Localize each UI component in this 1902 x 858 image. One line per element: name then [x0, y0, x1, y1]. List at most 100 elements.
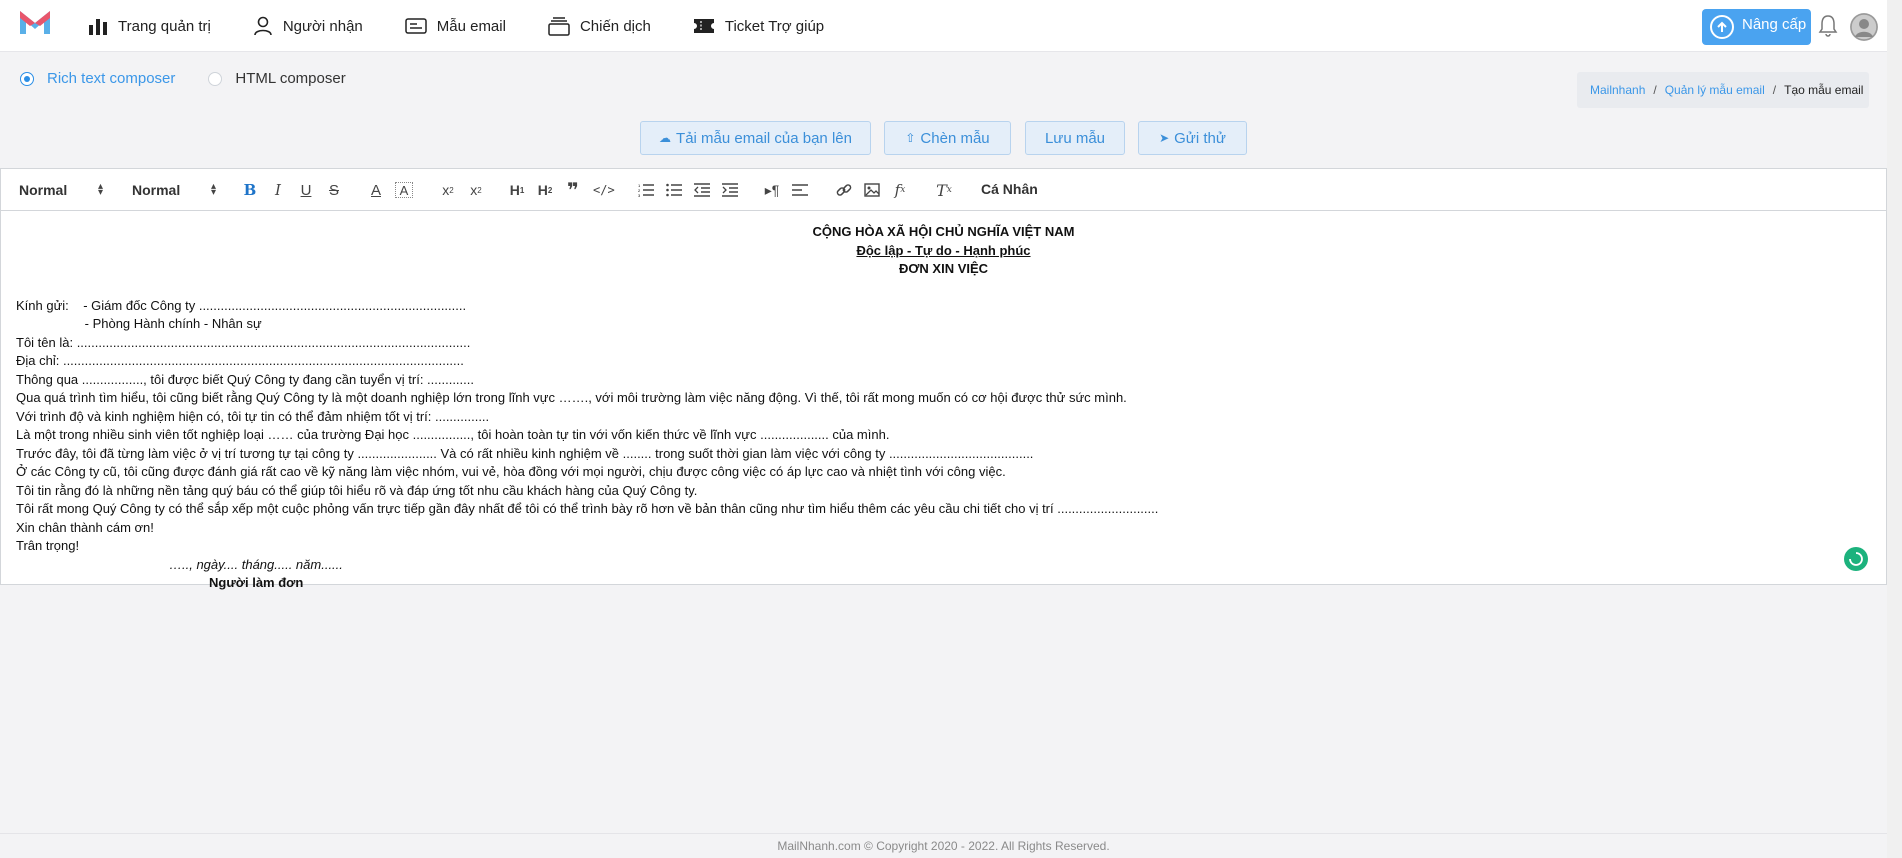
- save-template-button[interactable]: Lưu mẫu: [1025, 121, 1125, 155]
- nav-item-label: Chiến dịch: [579, 17, 651, 35]
- doc-header-motto: Độc lập - Tự do - Hạnh phúc: [856, 242, 1031, 258]
- font-select-value: Normal: [19, 182, 68, 198]
- size-select[interactable]: Normal ▴ ▾: [132, 180, 216, 200]
- doc-line: Là một trong nhiều sinh viên tốt nghiệp …: [16, 427, 890, 442]
- button-label: Chèn mẫu: [920, 129, 990, 147]
- bold-icon[interactable]: B: [241, 180, 259, 200]
- page-scrollbar[interactable]: [1887, 0, 1902, 858]
- radio-dot: [20, 71, 34, 86]
- ticket-icon: [693, 19, 714, 33]
- nav-item-label: Người nhận: [282, 17, 363, 35]
- doc-signature: Người làm đơn: [209, 575, 304, 590]
- heading1-icon[interactable]: H1: [508, 180, 526, 200]
- bell-icon[interactable]: [1818, 14, 1838, 38]
- bar-chart-icon: [89, 19, 107, 35]
- text-color-icon[interactable]: A: [367, 180, 385, 200]
- breadcrumb-current: Tạo mẫu email: [1784, 83, 1864, 97]
- blockquote-icon[interactable]: ❞: [564, 180, 582, 202]
- button-label: Gửi thử: [1174, 129, 1226, 147]
- avatar[interactable]: [1850, 13, 1878, 41]
- strikethrough-icon[interactable]: S: [325, 180, 343, 200]
- text-direction-icon[interactable]: ▸¶: [763, 180, 781, 200]
- arrow-up-circle-icon: [1710, 15, 1734, 39]
- doc-line: Địa chỉ: ...............................…: [16, 353, 464, 368]
- button-label: Tải mẫu email của bạn lên: [676, 129, 852, 147]
- radio-html-composer[interactable]: HTML composer: [208, 70, 346, 87]
- email-template-icon: [405, 18, 427, 34]
- heading2-icon[interactable]: H2: [536, 180, 554, 200]
- nav-item-label: Trang quản trị: [118, 17, 211, 35]
- doc-line: Tôi tin rằng đó là những nền tảng quý bá…: [16, 482, 698, 498]
- size-select-value: Normal: [132, 182, 181, 198]
- doc-line: - Phòng Hành chính - Nhân sự: [16, 316, 262, 331]
- radio-label: HTML composer: [235, 70, 346, 87]
- footer: MailNhanh.com © Copyright 2020 - 2022. A…: [0, 833, 1887, 858]
- link-icon[interactable]: [835, 180, 853, 200]
- ordered-list-icon[interactable]: 123: [637, 180, 655, 200]
- nav-item-label: Ticket Trợ giúp: [724, 17, 825, 35]
- stack-icon: [548, 17, 570, 36]
- breadcrumb-separator: /: [1772, 83, 1777, 97]
- doc-line: Tôi tên là: ............................…: [16, 334, 471, 350]
- code-block-icon[interactable]: </>: [593, 180, 615, 200]
- doc-title: ĐƠN XIN VIỆC: [898, 261, 989, 276]
- button-label: Lưu mẫu: [1044, 129, 1106, 147]
- clear-format-icon[interactable]: Tx: [935, 180, 953, 200]
- main-nav: Trang quản trị Người nhận Mẫu email Chiế…: [88, 0, 866, 52]
- nav-item-label: Mẫu email: [436, 17, 506, 35]
- editor-content[interactable]: CỘNG HÒA XÃ HỘI CHỦ NGHĨA VIỆT NAM Độc l…: [1, 211, 1886, 593]
- paper-plane-icon: ➤: [1159, 131, 1170, 145]
- upload-arrow-icon: ⇧: [905, 131, 916, 145]
- nav-item-recipients[interactable]: Người nhận: [253, 0, 363, 52]
- nav-item-dashboard[interactable]: Trang quản trị: [88, 0, 211, 52]
- rich-text-editor: Normal ▴ ▾ Normal ▴ ▾ B I U S A A x2 x2 H1…: [0, 168, 1887, 590]
- user-avatar-icon: [1850, 13, 1878, 41]
- image-icon[interactable]: [863, 180, 881, 200]
- doc-line: Trân trọng!: [16, 538, 80, 553]
- bullet-list-icon[interactable]: [665, 180, 683, 200]
- user-icon: [254, 16, 272, 36]
- align-icon[interactable]: [791, 180, 809, 200]
- subscript-icon[interactable]: x2: [467, 180, 485, 200]
- cloud-upload-icon: ☁: [659, 131, 672, 145]
- top-navbar: Trang quản trị Người nhận Mẫu email Chiế…: [0, 0, 1887, 52]
- doc-date-line: ….., ngày.... tháng..... năm......: [169, 556, 343, 572]
- composer-mode-group: Rich text composer HTML composer: [20, 70, 379, 87]
- radio-label: Rich text composer: [47, 70, 176, 87]
- doc-header-national: CỘNG HÒA XÃ HỘI CHỦ NGHĨA VIỆT NAM: [812, 224, 1075, 239]
- breadcrumb-link-templates[interactable]: Quản lý mẫu email: [1665, 83, 1765, 97]
- doc-line: Xin chân thành cám ơn!: [16, 519, 154, 535]
- underline-icon[interactable]: U: [297, 180, 315, 200]
- editor-toolbar: Normal ▴ ▾ Normal ▴ ▾ B I U S A A x2 x2 H1…: [1, 169, 1886, 211]
- upgrade-label: Nâng cấp: [1742, 15, 1807, 33]
- mailnhanh-logo[interactable]: [18, 7, 52, 37]
- nav-item-campaigns[interactable]: Chiến dịch: [548, 0, 651, 52]
- nav-item-support-ticket[interactable]: Ticket Trợ giúp: [693, 0, 824, 52]
- doc-line: Ở các Công ty cũ, tôi cũng được đánh giá…: [16, 464, 1006, 479]
- upgrade-button[interactable]: Nâng cấp: [1702, 9, 1811, 45]
- outdent-icon[interactable]: [693, 180, 711, 200]
- indent-icon[interactable]: [721, 180, 739, 200]
- insert-template-button[interactable]: ⇧ Chèn mẫu: [884, 121, 1011, 155]
- background-color-icon[interactable]: A: [395, 182, 413, 198]
- doc-line: Trước đây, tôi đã từng làm việc ở vị trí…: [16, 445, 1034, 461]
- loading-spinner-icon: [1844, 547, 1868, 571]
- italic-icon[interactable]: I: [269, 180, 287, 200]
- superscript-icon[interactable]: x2: [439, 180, 457, 200]
- personalize-button[interactable]: Cá Nhân: [981, 181, 1038, 197]
- select-arrows-icon: ▴ ▾: [97, 181, 103, 198]
- doc-line: Qua quá trình tìm hiểu, tôi cũng biết rằ…: [16, 390, 1127, 405]
- nav-item-email-templates[interactable]: Mẫu email: [405, 0, 506, 52]
- send-test-button[interactable]: ➤ Gửi thử: [1138, 121, 1247, 155]
- breadcrumb: Mailnhanh / Quản lý mẫu email / Tạo mẫu …: [1577, 72, 1869, 108]
- formula-icon[interactable]: fx: [891, 180, 909, 200]
- radio-dot: [208, 71, 223, 86]
- upload-template-button[interactable]: ☁ Tải mẫu email của bạn lên: [640, 121, 871, 155]
- breadcrumb-separator: /: [1653, 83, 1657, 97]
- radio-rich-text-composer[interactable]: Rich text composer: [20, 70, 175, 87]
- breadcrumb-link-home[interactable]: Mailnhanh: [1590, 83, 1645, 97]
- font-select[interactable]: Normal ▴ ▾: [19, 180, 103, 200]
- svg-text:3: 3: [638, 193, 641, 197]
- doc-line: Thông qua ................., tôi được bi…: [16, 371, 474, 387]
- copyright-text: MailNhanh.com © Copyright 2020 - 2022. A…: [777, 839, 1110, 853]
